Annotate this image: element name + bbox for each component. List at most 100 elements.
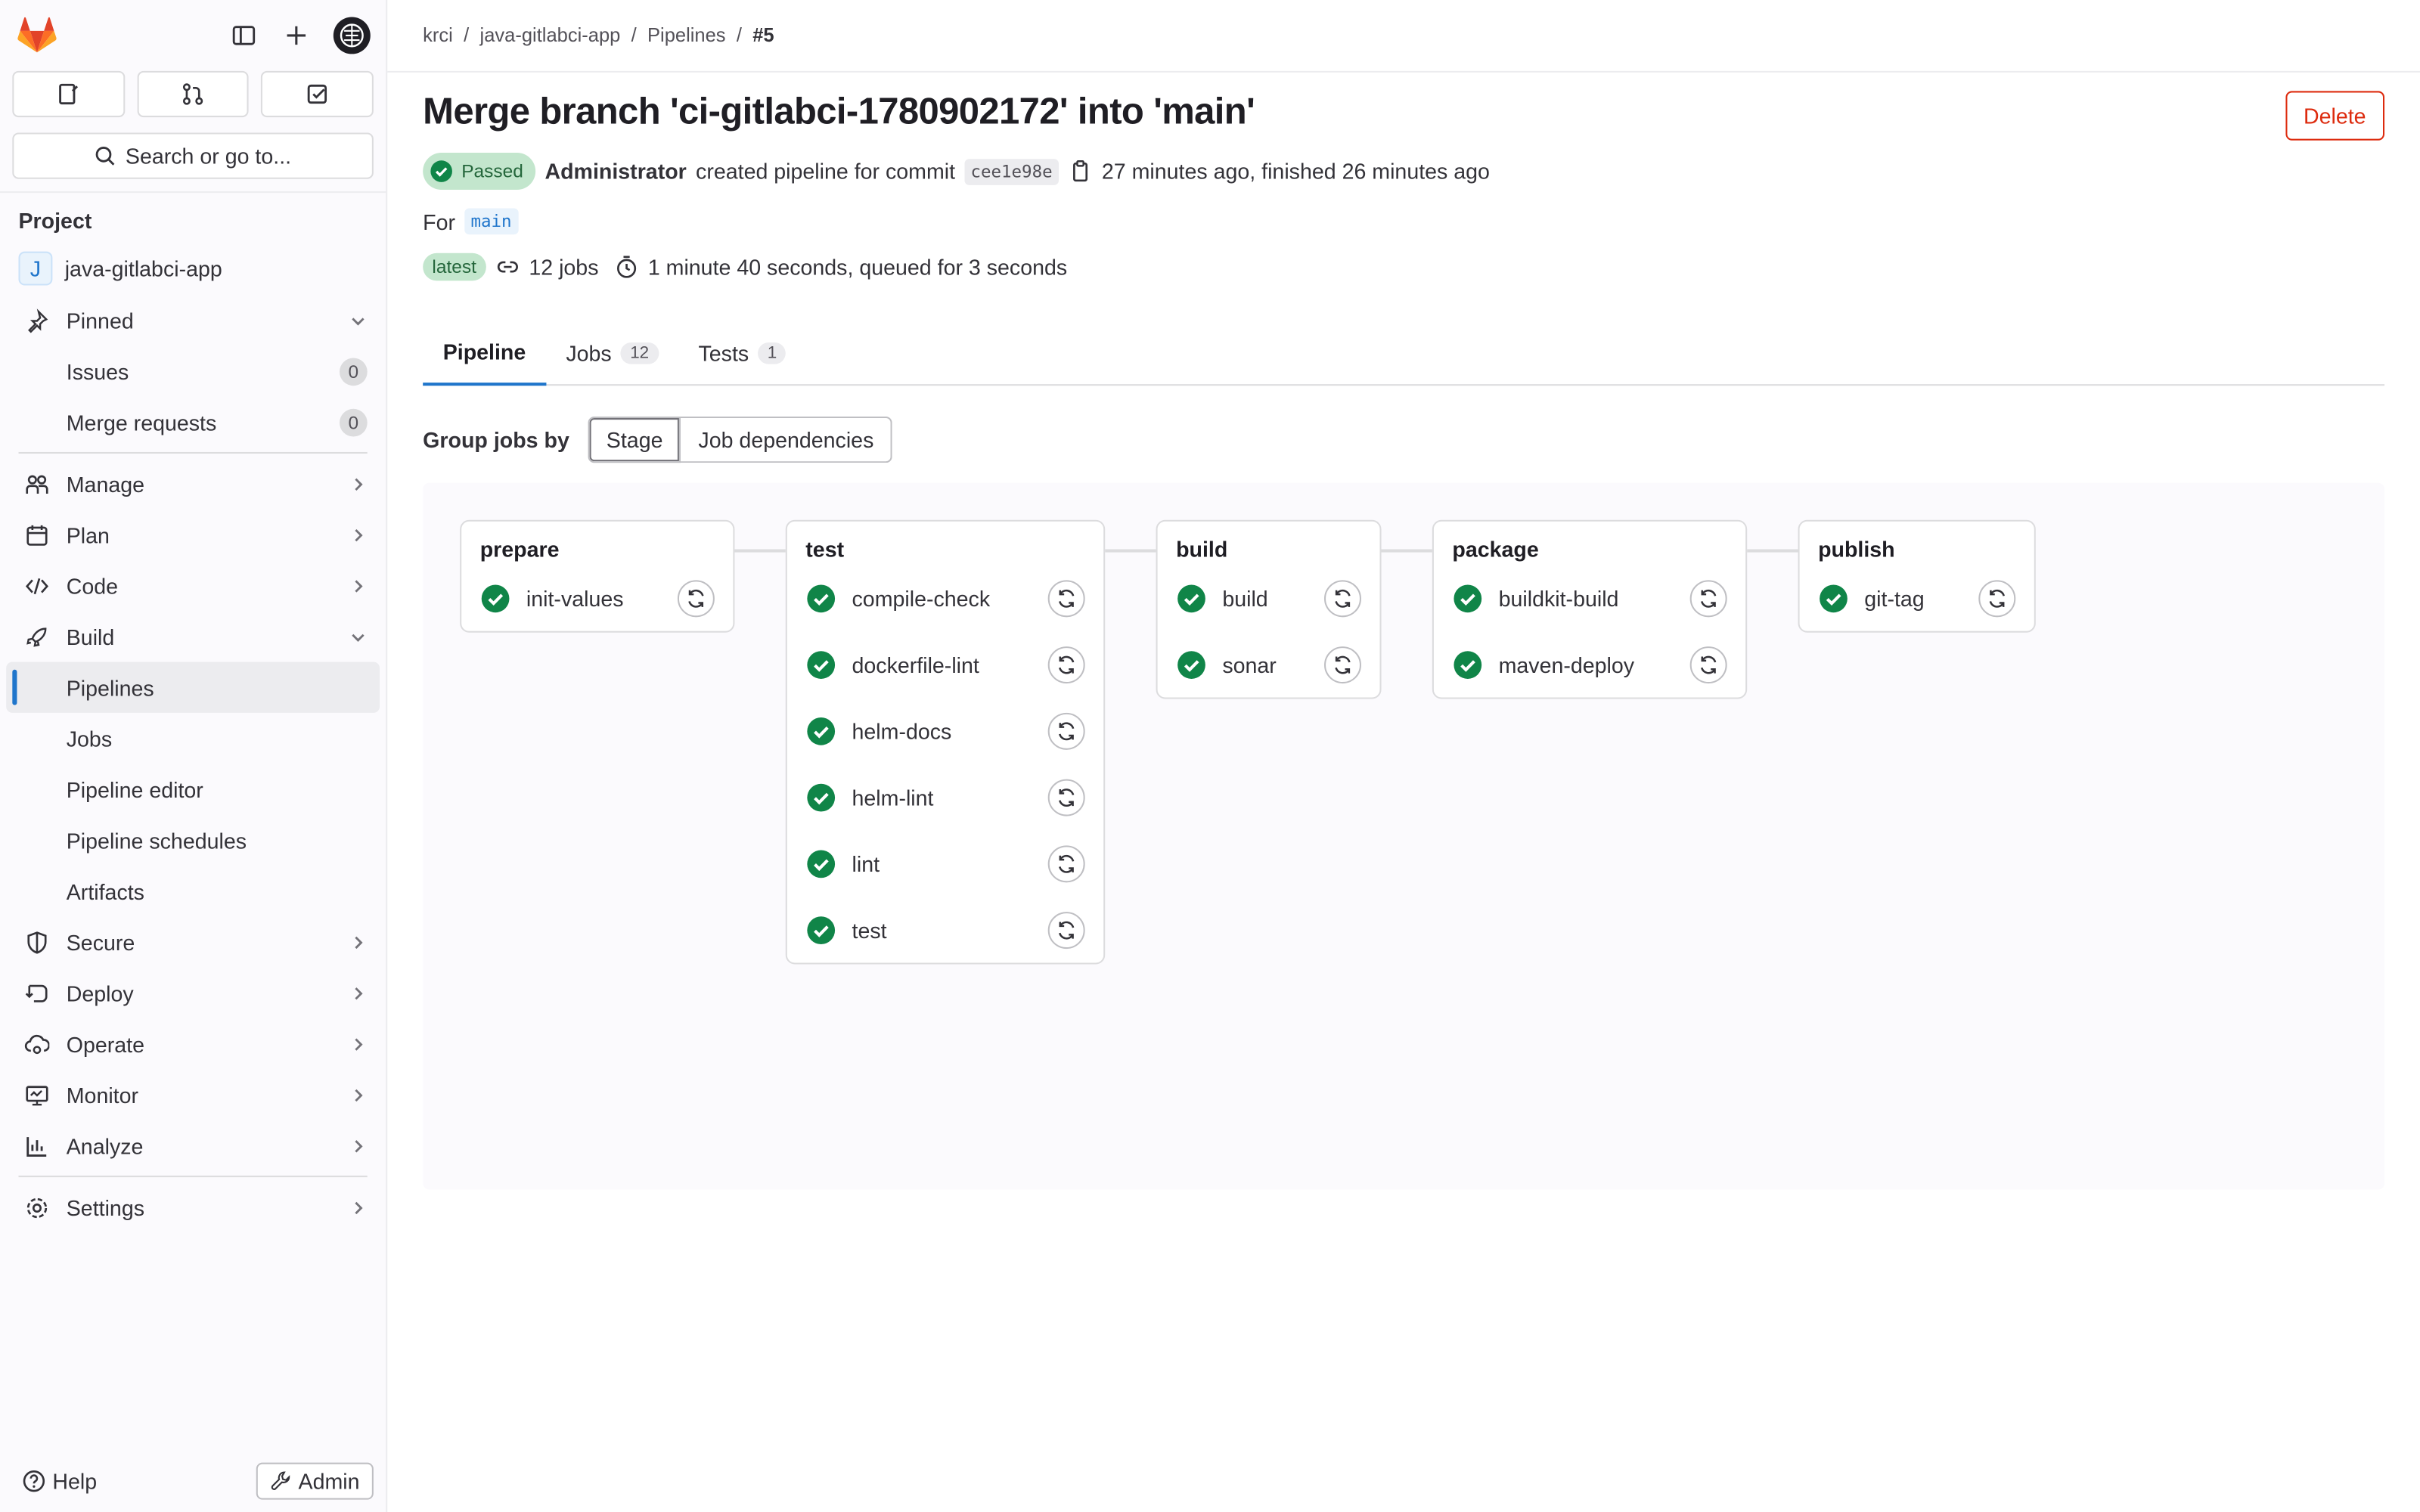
ref-link[interactable]: main	[464, 208, 518, 235]
author-link[interactable]: Administrator	[544, 159, 686, 184]
retry-icon	[1059, 721, 1075, 740]
job-git-tag[interactable]: git-tag	[1818, 565, 2016, 631]
link-icon	[497, 261, 518, 273]
retry-button[interactable]	[1324, 646, 1361, 683]
retry-icon	[688, 588, 704, 607]
job-helm-docs[interactable]: helm-docs	[805, 697, 1085, 764]
status-success-icon	[807, 584, 836, 612]
retry-button[interactable]	[1324, 579, 1361, 617]
shield-icon	[25, 930, 50, 955]
tab-jobs[interactable]: Jobs 12	[546, 321, 678, 386]
stage-title: test	[805, 537, 845, 562]
breadcrumb: krci / java-gitlabci-app / Pipelines / #…	[387, 0, 2420, 73]
sidebar-item-operate[interactable]: Operate	[0, 1018, 386, 1069]
chevron-down-icon	[352, 633, 365, 641]
sidebar-project-link[interactable]: J java-gitlabci-app	[0, 242, 386, 294]
merge-requests-button[interactable]	[136, 70, 250, 118]
sidebar-item-code[interactable]: Code	[0, 560, 386, 611]
plus-icon[interactable]	[281, 20, 312, 51]
copy-icon[interactable]	[1068, 159, 1093, 184]
stage-prepare: prepare init-values	[460, 519, 735, 633]
manage-label: Manage	[66, 471, 145, 497]
breadcrumb-item-pipelines[interactable]: Pipelines	[647, 25, 726, 47]
todos-button[interactable]	[261, 70, 374, 118]
project-avatar: J	[18, 251, 53, 286]
sidebar-item-pipeline-schedules[interactable]: Pipeline schedules	[0, 815, 386, 866]
status-success-icon	[1177, 584, 1205, 612]
sidebar-item-secure[interactable]: Secure	[0, 916, 386, 967]
gear-icon	[25, 1195, 50, 1220]
retry-button[interactable]	[1047, 579, 1085, 617]
retry-button[interactable]	[1047, 711, 1085, 749]
job-init-values[interactable]: init-values	[480, 565, 715, 631]
sidebar-item-manage[interactable]: Manage	[0, 458, 386, 509]
job-maven-deploy[interactable]: maven-deploy	[1452, 631, 1727, 698]
breadcrumb-item-project[interactable]: java-gitlabci-app	[480, 25, 621, 47]
job-test[interactable]: test	[805, 897, 1085, 963]
sidebar-item-deploy[interactable]: Deploy	[0, 968, 386, 1018]
group-by-stage-button[interactable]: Stage	[588, 417, 681, 463]
job-compile-check[interactable]: compile-check	[805, 565, 1085, 631]
search-button[interactable]: Search or go to...	[12, 132, 374, 179]
admin-button[interactable]: Admin	[256, 1462, 374, 1500]
monitor-icon	[25, 1083, 50, 1108]
analyze-label: Analyze	[66, 1132, 144, 1158]
job-name: buildkit-build	[1498, 585, 1619, 611]
group-by-dependencies-button[interactable]: Job dependencies	[681, 417, 892, 463]
sidebar-item-pinned[interactable]: Pinned	[0, 295, 386, 345]
job-sonar[interactable]: sonar	[1176, 631, 1361, 698]
sidebar-item-settings[interactable]: Settings	[0, 1182, 386, 1232]
tab-pipeline[interactable]: Pipeline	[423, 321, 546, 386]
user-avatar[interactable]	[333, 17, 371, 54]
sidebar-item-plan[interactable]: Plan	[0, 509, 386, 559]
chevron-right-icon	[355, 477, 363, 490]
retry-button[interactable]	[1689, 579, 1727, 617]
sidebar-item-analyze[interactable]: Analyze	[0, 1120, 386, 1171]
retry-button[interactable]	[1047, 646, 1085, 683]
job-build[interactable]: build	[1176, 565, 1361, 631]
tab-tests[interactable]: Tests 1	[678, 321, 806, 386]
sidebar-toggle-icon[interactable]	[228, 20, 259, 51]
retry-icon	[1059, 920, 1075, 939]
calendar-icon	[25, 522, 50, 547]
gitlab-logo-icon[interactable]	[15, 14, 58, 57]
job-helm-lint[interactable]: helm-lint	[805, 764, 1085, 830]
job-dockerfile-lint[interactable]: dockerfile-lint	[805, 631, 1085, 698]
job-name: helm-docs	[852, 717, 952, 743]
chevron-down-icon	[352, 317, 365, 325]
sidebar-item-jobs[interactable]: Jobs	[0, 713, 386, 764]
sidebar-item-pipelines[interactable]: Pipelines	[6, 662, 380, 713]
stage-publish: publish git-tag	[1798, 519, 2036, 633]
retry-button[interactable]	[1047, 911, 1085, 949]
sidebar-item-build[interactable]: Build	[0, 611, 386, 662]
commit-sha[interactable]: cee1e98e	[964, 158, 1059, 184]
delete-button[interactable]: Delete	[2285, 91, 2385, 141]
retry-button[interactable]	[1047, 844, 1085, 882]
sidebar-header	[0, 0, 386, 71]
status-success-icon	[481, 584, 510, 612]
retry-icon	[1989, 588, 2005, 607]
sidebar-item-issues[interactable]: Issues 0	[0, 345, 386, 396]
retry-icon	[1701, 588, 1717, 607]
latest-badge: latest	[423, 253, 486, 281]
breadcrumb-item-current[interactable]: #5	[752, 25, 774, 47]
retry-button[interactable]	[677, 579, 715, 617]
deploy-label: Deploy	[66, 980, 134, 1005]
status-badge[interactable]: Passed	[423, 153, 536, 191]
timer-icon	[616, 256, 636, 278]
sidebar-item-merge-requests[interactable]: Merge requests 0	[0, 396, 386, 447]
group-by-toggle: Stage Job dependencies	[588, 417, 892, 463]
breadcrumb-item-group[interactable]: krci	[423, 25, 453, 47]
stats-row: latest 12 jobs 1 minute 40 seconds, queu…	[423, 253, 2384, 281]
retry-button[interactable]	[1978, 579, 2016, 617]
help-button[interactable]: Help	[22, 1469, 98, 1493]
sidebar-item-artifacts[interactable]: Artifacts	[0, 866, 386, 916]
assigned-issues-button[interactable]	[12, 70, 125, 118]
stage-connector	[734, 549, 786, 553]
sidebar-item-monitor[interactable]: Monitor	[0, 1069, 386, 1120]
retry-button[interactable]	[1689, 646, 1727, 683]
job-buildkit-build[interactable]: buildkit-build	[1452, 565, 1727, 631]
retry-button[interactable]	[1047, 778, 1085, 816]
sidebar-item-pipeline-editor[interactable]: Pipeline editor	[0, 764, 386, 814]
job-lint[interactable]: lint	[805, 830, 1085, 897]
